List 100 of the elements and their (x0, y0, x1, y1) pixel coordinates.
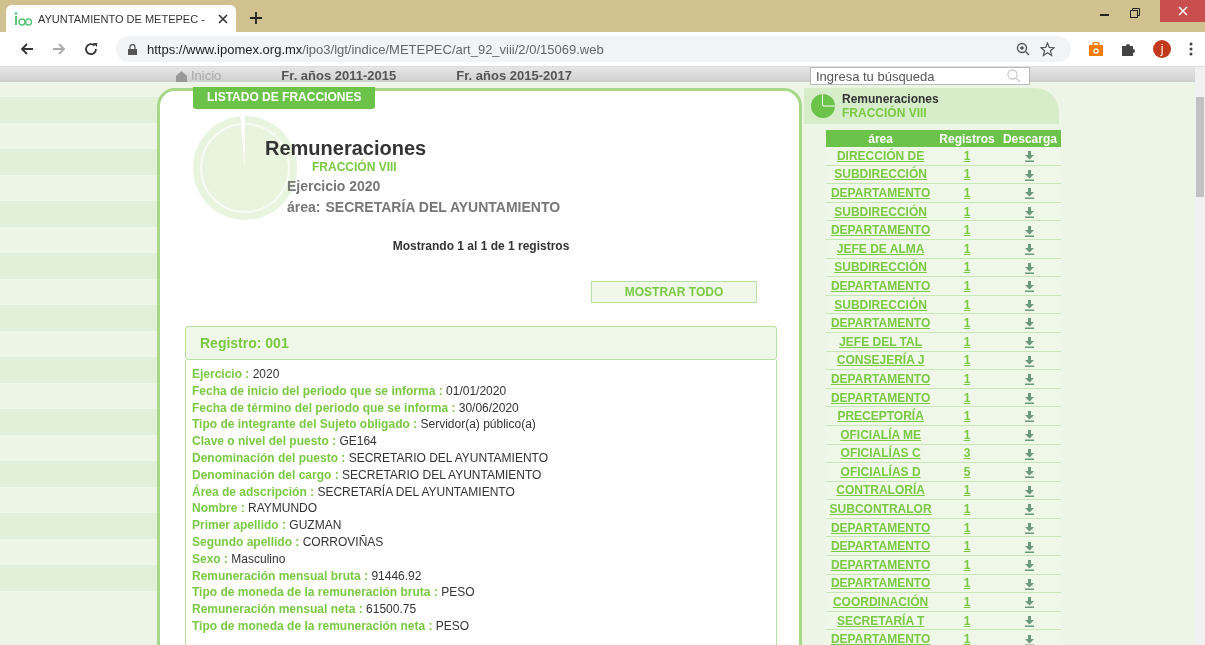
browser-tab[interactable]: AYUNTAMIENTO DE METEPEC - (6, 5, 236, 32)
records-link[interactable]: 1 (963, 427, 971, 442)
address-field[interactable]: https://www.ipomex.org.mx/ipo3/lgt/indice/METEPEC/art_92_viii/2/0/15069.web (116, 36, 1071, 62)
download-icon[interactable] (1025, 337, 1035, 349)
records-link[interactable]: 5 (963, 464, 971, 479)
area-link[interactable]: DEPARTAMENTO (830, 316, 931, 331)
zoom-icon[interactable] (1016, 42, 1030, 56)
records-link[interactable]: 1 (963, 539, 971, 554)
records-link[interactable]: 1 (963, 483, 971, 498)
records-link[interactable]: 1 (963, 576, 971, 591)
scrollbar-thumb[interactable] (1196, 97, 1204, 197)
download-icon[interactable] (1025, 355, 1035, 367)
download-icon[interactable] (1025, 411, 1035, 423)
download-icon[interactable] (1025, 634, 1035, 645)
download-icon[interactable] (1025, 615, 1035, 627)
download-icon[interactable] (1025, 169, 1035, 181)
area-link[interactable]: SUBDIRECCIÓN (834, 260, 927, 275)
records-link[interactable]: 1 (963, 613, 971, 628)
area-link[interactable]: DEPARTAMENTO (830, 223, 931, 238)
area-link[interactable]: SUBCONTRALOR (829, 502, 932, 517)
download-icon[interactable] (1025, 299, 1035, 311)
records-link[interactable]: 1 (963, 353, 971, 368)
show-all-button[interactable]: MOSTRAR TODO (591, 281, 757, 303)
area-link[interactable]: DEPARTAMENTO (830, 371, 931, 386)
download-icon[interactable] (1025, 244, 1035, 256)
records-link[interactable]: 3 (963, 446, 971, 461)
records-link[interactable]: 1 (963, 167, 971, 182)
area-link[interactable]: OFICIALÍA ME (840, 427, 922, 442)
records-link[interactable]: 1 (963, 316, 971, 331)
reload-icon[interactable] (84, 42, 98, 56)
download-icon[interactable] (1025, 430, 1035, 442)
records-link[interactable]: 1 (963, 186, 971, 200)
records-link[interactable]: 1 (963, 260, 971, 275)
search-field[interactable]: Ingresa tu búsqueda (810, 67, 1030, 85)
records-link[interactable]: 1 (963, 223, 971, 238)
nav-link[interactable]: Fr. años 2015-2017 (456, 69, 572, 82)
area-link[interactable]: PRECEPTORÍA (837, 409, 924, 424)
puzzle-icon[interactable] (1121, 42, 1135, 56)
star-icon[interactable] (1040, 41, 1055, 57)
area-link[interactable]: CONSEJERÍA J (836, 353, 925, 368)
window-close-button[interactable] (1160, 0, 1205, 22)
area-link[interactable]: COORDINACIÓN (832, 595, 929, 610)
download-icon[interactable] (1025, 578, 1035, 590)
download-icon[interactable] (1025, 262, 1035, 274)
area-link[interactable]: SUBDIRECCIÓN (834, 297, 927, 312)
area-link[interactable]: DEPARTAMENTO (830, 576, 931, 591)
download-icon[interactable] (1025, 188, 1035, 200)
records-link[interactable]: 1 (963, 557, 971, 572)
back-icon[interactable] (20, 42, 34, 56)
records-link[interactable]: 1 (963, 241, 971, 256)
area-link[interactable]: SUBDIRECCIÓN (834, 167, 927, 182)
area-link[interactable]: OFICIALÍAS C (840, 446, 921, 461)
records-link[interactable]: 1 (963, 371, 971, 386)
area-link[interactable]: CONTRALORÍA (836, 483, 925, 498)
forward-icon[interactable] (52, 42, 66, 56)
download-icon[interactable] (1025, 467, 1035, 479)
download-icon[interactable] (1025, 151, 1035, 163)
nav-link[interactable]: Fr. años 2011-2015 (281, 69, 397, 82)
scrollbar[interactable] (1195, 67, 1205, 645)
records-link[interactable]: 1 (963, 278, 971, 293)
records-link[interactable]: 1 (963, 632, 971, 645)
profile-avatar[interactable]: j (1153, 40, 1171, 58)
records-link[interactable]: 1 (963, 390, 971, 405)
records-link[interactable]: 1 (963, 148, 971, 163)
download-icon[interactable] (1025, 392, 1035, 404)
records-link[interactable]: 1 (963, 502, 971, 517)
download-icon[interactable] (1025, 281, 1035, 293)
fractions-list-button[interactable]: LISTADO DE FRACCIONES (193, 87, 376, 109)
restore-icon[interactable] (1130, 8, 1140, 18)
area-link[interactable]: DEPARTAMENTO (830, 278, 931, 293)
area-link[interactable]: JEFE DE ALMA (836, 241, 925, 256)
close-icon[interactable] (218, 13, 228, 24)
area-link[interactable]: SECRETARÍA T (836, 613, 925, 628)
area-link[interactable]: SUBDIRECCIÓN (834, 204, 927, 219)
new-tab-icon[interactable] (250, 12, 262, 24)
download-icon[interactable] (1025, 485, 1035, 497)
records-link[interactable]: 1 (963, 204, 971, 219)
download-icon[interactable] (1025, 448, 1035, 460)
download-icon[interactable] (1025, 206, 1035, 218)
download-icon[interactable] (1025, 225, 1035, 237)
records-link[interactable]: 1 (963, 595, 971, 610)
menu-icon[interactable] (1189, 42, 1193, 56)
area-link[interactable]: DEPARTAMENTO (830, 186, 931, 200)
shopping-bag-icon[interactable] (1089, 42, 1103, 56)
area-link[interactable]: DEPARTAMENTO (830, 557, 931, 572)
area-link[interactable]: DEPARTAMENTO (830, 520, 931, 535)
area-link[interactable]: DIRECCIÓN DE (836, 148, 925, 163)
area-link[interactable]: DEPARTAMENTO (830, 390, 931, 405)
area-link[interactable]: DEPARTAMENTO (830, 632, 931, 645)
records-link[interactable]: 1 (963, 334, 971, 349)
download-icon[interactable] (1025, 374, 1035, 386)
download-icon[interactable] (1025, 560, 1035, 572)
download-icon[interactable] (1025, 597, 1035, 609)
download-icon[interactable] (1025, 541, 1035, 553)
area-link[interactable]: JEFE DEL TAL (839, 334, 923, 349)
download-icon[interactable] (1025, 523, 1035, 534)
download-icon[interactable] (1025, 318, 1035, 330)
records-link[interactable]: 1 (963, 297, 971, 312)
download-icon[interactable] (1025, 504, 1035, 516)
records-link[interactable]: 1 (963, 409, 971, 424)
